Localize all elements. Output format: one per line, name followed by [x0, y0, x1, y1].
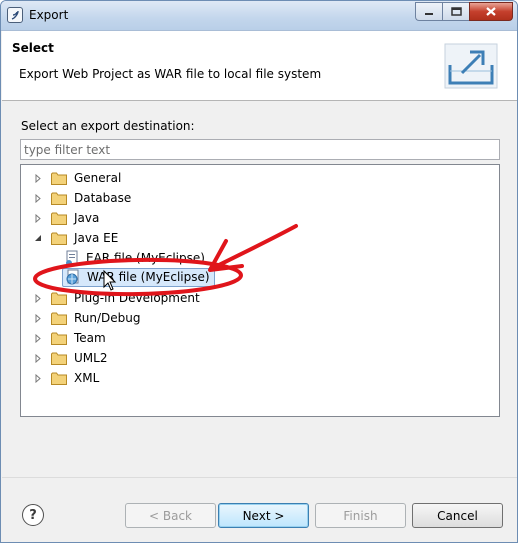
tree-item-label: Database — [74, 191, 132, 205]
tree-item-plugin-development[interactable]: Plug-in Development — [33, 288, 200, 308]
selection-highlight[interactable]: WAR file (MyEclipse) — [62, 267, 215, 287]
export-wizard-icon — [444, 43, 498, 89]
chevron-down-icon[interactable] — [33, 233, 43, 243]
tree-item-label: EAR file (MyEclipse) — [86, 251, 205, 265]
filter-input[interactable] — [20, 139, 500, 160]
chevron-right-icon[interactable] — [33, 333, 43, 343]
close-button[interactable] — [469, 2, 513, 21]
tree-item-uml2[interactable]: UML2 — [33, 348, 107, 368]
chevron-right-icon[interactable] — [33, 313, 43, 323]
tree-item-label: Java EE — [74, 231, 119, 245]
tree-item-ear-file[interactable]: EAR file (MyEclipse) — [64, 248, 205, 268]
window-controls — [415, 2, 513, 21]
help-button[interactable]: ? — [22, 504, 44, 526]
export-destination-tree[interactable]: General Database Java Java EE EAR file (… — [20, 164, 500, 417]
folder-icon — [51, 312, 67, 325]
tree-item-war-file[interactable]: WAR file (MyEclipse) — [62, 267, 215, 287]
wizard-banner: Select Export Web Project as WAR file to… — [2, 31, 517, 101]
tree-item-label: Run/Debug — [74, 311, 141, 325]
tree-item-label: XML — [74, 371, 100, 385]
window-title: Export — [29, 8, 69, 22]
chevron-right-icon[interactable] — [33, 173, 43, 183]
tree-item-label: General — [74, 171, 122, 185]
close-icon — [486, 7, 496, 16]
chevron-right-icon[interactable] — [33, 293, 43, 303]
back-button[interactable]: < Back — [125, 503, 216, 528]
tree-item-general[interactable]: General — [33, 168, 121, 188]
finish-button[interactable]: Finish — [315, 503, 406, 528]
ear-file-icon — [66, 250, 78, 266]
tree-item-label: Java — [74, 211, 100, 225]
chevron-right-icon[interactable] — [33, 373, 43, 383]
cancel-button[interactable]: Cancel — [412, 503, 503, 528]
war-file-icon — [66, 269, 79, 285]
tree-item-java[interactable]: Java — [33, 208, 99, 228]
next-button[interactable]: Next > — [218, 503, 309, 528]
title-bar[interactable]: Export — [1, 1, 517, 31]
minimize-icon — [425, 12, 433, 15]
page-description: Export Web Project as WAR file to local … — [19, 67, 322, 81]
tree-item-run-debug[interactable]: Run/Debug — [33, 308, 141, 328]
tree-item-label: UML2 — [74, 351, 108, 365]
maximize-icon — [450, 7, 462, 16]
chevron-right-icon[interactable] — [33, 353, 43, 363]
folder-icon — [51, 372, 67, 385]
maximize-button[interactable] — [442, 2, 469, 21]
destination-label: Select an export destination: — [21, 119, 195, 133]
chevron-right-icon[interactable] — [33, 193, 43, 203]
minimize-button[interactable] — [415, 2, 442, 21]
folder-icon — [51, 332, 67, 345]
folder-icon — [51, 352, 67, 365]
tree-item-team[interactable]: Team — [33, 328, 106, 348]
folder-icon — [51, 192, 67, 205]
tree-item-java-ee[interactable]: Java EE — [33, 228, 118, 248]
tree-item-label: Team — [74, 331, 106, 345]
eclipse-app-icon — [7, 7, 23, 23]
folder-open-icon — [51, 232, 67, 245]
tree-item-label: WAR file (MyEclipse) — [87, 270, 210, 284]
chevron-right-icon[interactable] — [33, 213, 43, 223]
tree-item-database[interactable]: Database — [33, 188, 131, 208]
tree-item-label: Plug-in Development — [74, 291, 200, 305]
button-bar: ? < Back Next > Finish Cancel — [2, 477, 517, 542]
page-title: Select — [12, 41, 54, 55]
folder-icon — [51, 172, 67, 185]
export-dialog: Export Select Export Web Project as WAR … — [0, 0, 518, 543]
tree-item-xml[interactable]: XML — [33, 368, 99, 388]
folder-icon — [51, 292, 67, 305]
folder-icon — [51, 212, 67, 225]
